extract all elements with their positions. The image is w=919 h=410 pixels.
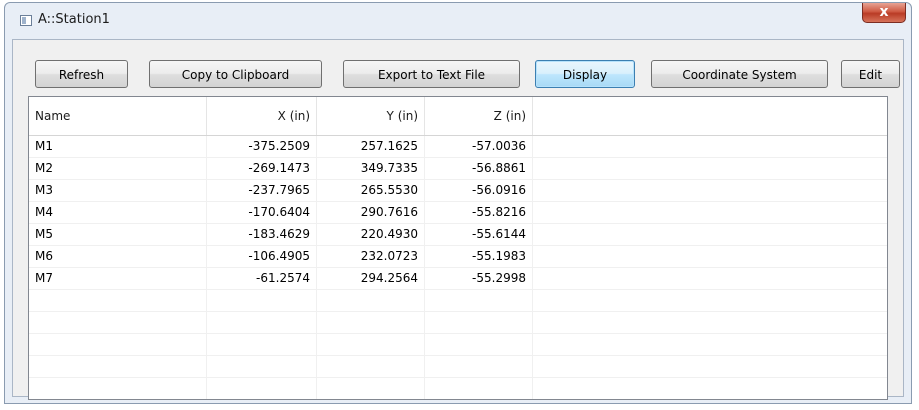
cell-empty [317, 290, 425, 312]
coordinate-system-button[interactable]: Coordinate System [651, 60, 828, 88]
cell-empty [207, 356, 317, 378]
cell-filler [533, 246, 887, 268]
empty-row [29, 334, 887, 356]
cell-empty [533, 290, 887, 312]
cell-name: M7 [29, 268, 207, 290]
cell-empty [29, 312, 207, 334]
cell-z: -55.6144 [425, 224, 533, 246]
window-icon [20, 15, 32, 26]
cell-empty [425, 312, 533, 334]
cell-empty [425, 378, 533, 399]
client-area: Refresh Copy to Clipboard Export to Text… [12, 39, 904, 400]
cell-z: -55.1983 [425, 246, 533, 268]
cell-empty [533, 312, 887, 334]
cell-empty [207, 334, 317, 356]
cell-filler [533, 224, 887, 246]
cell-y: 290.7616 [317, 202, 425, 224]
toolbar: Refresh Copy to Clipboard Export to Text… [13, 40, 903, 90]
table-row[interactable]: M4 -170.6404 290.7616 -55.8216 [29, 202, 887, 224]
table-row[interactable]: M5 -183.4629 220.4930 -55.6144 [29, 224, 887, 246]
table-row[interactable]: M2 -269.1473 349.7335 -56.8861 [29, 158, 887, 180]
display-button[interactable]: Display [535, 60, 635, 88]
cell-name: M5 [29, 224, 207, 246]
cell-empty [207, 312, 317, 334]
column-header-filler [533, 97, 887, 135]
cell-empty [29, 290, 207, 312]
cell-x: -375.2509 [207, 136, 317, 158]
copy-to-clipboard-button[interactable]: Copy to Clipboard [149, 60, 322, 88]
empty-row [29, 378, 887, 399]
cell-name: M1 [29, 136, 207, 158]
title-bar[interactable]: A::Station1 x [5, 3, 911, 39]
refresh-button[interactable]: Refresh [35, 60, 128, 88]
cell-x: -183.4629 [207, 224, 317, 246]
cell-name: M6 [29, 246, 207, 268]
table-row[interactable]: M1 -375.2509 257.1625 -57.0036 [29, 136, 887, 158]
column-header-x[interactable]: X (in) [207, 97, 317, 135]
cell-x: -61.2574 [207, 268, 317, 290]
coordinates-table[interactable]: Name X (in) Y (in) Z (in) M1 -375.2509 2… [28, 96, 888, 400]
cell-empty [29, 334, 207, 356]
cell-x: -170.6404 [207, 202, 317, 224]
cell-empty [533, 334, 887, 356]
cell-empty [425, 334, 533, 356]
cell-z: -57.0036 [425, 136, 533, 158]
cell-name: M2 [29, 158, 207, 180]
column-header-name[interactable]: Name [29, 97, 207, 135]
cell-y: 265.5530 [317, 180, 425, 202]
table-row[interactable]: M3 -237.7965 265.5530 -56.0916 [29, 180, 887, 202]
station-window: A::Station1 x Refresh Copy to Clipboard … [4, 2, 912, 404]
empty-row [29, 356, 887, 378]
cell-y: 220.4930 [317, 224, 425, 246]
cell-filler [533, 136, 887, 158]
cell-empty [207, 290, 317, 312]
cell-z: -56.0916 [425, 180, 533, 202]
cell-filler [533, 268, 887, 290]
cell-empty [425, 356, 533, 378]
cell-z: -55.8216 [425, 202, 533, 224]
cell-empty [29, 378, 207, 399]
cell-empty [317, 312, 425, 334]
cell-z: -56.8861 [425, 158, 533, 180]
cell-name: M4 [29, 202, 207, 224]
cell-y: 257.1625 [317, 136, 425, 158]
cell-y: 349.7335 [317, 158, 425, 180]
close-icon: x [879, 4, 889, 20]
table-header: Name X (in) Y (in) Z (in) [29, 97, 887, 136]
cell-y: 294.2564 [317, 268, 425, 290]
cell-z: -55.2998 [425, 268, 533, 290]
cell-empty [207, 378, 317, 399]
table-row[interactable]: M6 -106.4905 232.0723 -55.1983 [29, 246, 887, 268]
cell-x: -269.1473 [207, 158, 317, 180]
column-header-z[interactable]: Z (in) [425, 97, 533, 135]
cell-empty [533, 356, 887, 378]
cell-empty [317, 356, 425, 378]
cell-empty [425, 290, 533, 312]
window-title: A::Station1 [38, 12, 110, 27]
cell-empty [317, 334, 425, 356]
cell-filler [533, 158, 887, 180]
cell-x: -237.7965 [207, 180, 317, 202]
cell-empty [29, 356, 207, 378]
cell-empty [533, 378, 887, 399]
empty-row [29, 290, 887, 312]
column-header-y[interactable]: Y (in) [317, 97, 425, 135]
edit-button[interactable]: Edit [841, 60, 900, 88]
table-row[interactable]: M7 -61.2574 294.2564 -55.2998 [29, 268, 887, 290]
empty-row [29, 312, 887, 334]
cell-name: M3 [29, 180, 207, 202]
cell-y: 232.0723 [317, 246, 425, 268]
close-button[interactable]: x [862, 3, 906, 23]
cell-filler [533, 180, 887, 202]
cell-empty [317, 378, 425, 399]
cell-filler [533, 202, 887, 224]
cell-x: -106.4905 [207, 246, 317, 268]
export-to-text-file-button[interactable]: Export to Text File [343, 60, 520, 88]
